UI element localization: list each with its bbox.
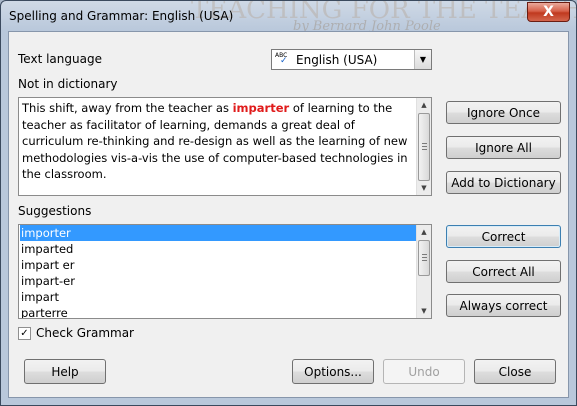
check-grammar-checkbox[interactable]: ✓ [18,327,31,340]
dialog-body: Text language ABC ✓ English (USA) ▼ Not i… [8,31,569,398]
scroll-down-arrow-icon[interactable]: ▼ [417,181,431,195]
close-button[interactable]: Close [474,359,556,384]
scroll-up-arrow-icon[interactable]: ▲ [417,98,431,112]
sentence-text-area[interactable]: This shift, away from the teacher as imp… [18,97,432,196]
spelling-grammar-dialog: TEACHING FOR THE TEACH by Bernard John P… [0,0,577,406]
suggestion-item[interactable]: imparted [20,241,416,257]
title-bar[interactable]: TEACHING FOR THE TEACH by Bernard John P… [1,1,576,34]
ignore-all-label: Ignore All [475,140,532,155]
always-correct-label: Always correct [459,298,548,313]
suggestion-item[interactable]: impart [20,289,416,305]
suggestion-item[interactable]: impart-er [20,273,416,289]
suggestion-item[interactable]: importer [20,225,416,241]
chevron-down-icon[interactable]: ▼ [414,50,431,69]
options-label: Options... [304,364,362,379]
help-button[interactable]: Help [24,359,106,384]
check-grammar-label[interactable]: Check Grammar [36,326,134,340]
suggestions-list[interactable]: importer imparted impart er impart-er im… [18,224,432,319]
spellcheck-abc-icon: ABC ✓ [275,52,288,66]
window-title: Spelling and Grammar: English (USA) [9,9,234,23]
ignore-all-button[interactable]: Ignore All [446,136,561,159]
help-label: Help [51,364,79,379]
ignore-once-label: Ignore Once [466,105,540,120]
suggestions-scrollbar[interactable]: ▲ ▼ [416,225,431,318]
correct-button[interactable]: Correct [446,225,561,248]
options-button[interactable]: Options... [292,359,374,384]
correct-all-label: Correct All [472,264,535,279]
text-language-value: English (USA) [296,53,378,67]
misspelled-word: imparter [232,101,290,115]
sentence-scroll-thumb[interactable] [418,113,430,181]
suggestion-item[interactable]: impart er [20,257,416,273]
suggestions-label: Suggestions [18,204,92,218]
correct-all-button[interactable]: Correct All [446,260,561,283]
text-language-label: Text language [18,52,102,66]
scroll-up-arrow-icon[interactable]: ▲ [417,225,431,239]
scroll-down-arrow-icon[interactable]: ▼ [417,304,431,318]
undo-button: Undo [383,359,465,384]
ignore-once-button[interactable]: Ignore Once [446,101,561,124]
text-language-select[interactable]: ABC ✓ English (USA) ▼ [271,49,432,70]
undo-label: Undo [408,364,440,379]
not-in-dictionary-label: Not in dictionary [18,77,118,91]
always-correct-button[interactable]: Always correct [446,294,561,317]
suggestion-item[interactable]: parterre [20,305,416,318]
suggestions-scroll-thumb[interactable] [418,240,430,276]
checkmark-icon: ✓ [20,328,29,339]
correct-label: Correct [481,229,526,244]
sentence-text-before: This shift, away from the teacher as [22,101,233,115]
sentence-scrollbar[interactable]: ▲ ▼ [416,98,431,195]
add-to-dictionary-button[interactable]: Add to Dictionary [446,171,561,194]
close-label: Close [498,364,532,379]
add-to-dictionary-label: Add to Dictionary [451,175,556,190]
window-close-button[interactable]: X [527,2,570,22]
sentence-text[interactable]: This shift, away from the teacher as imp… [22,100,408,183]
close-icon: X [543,4,554,20]
